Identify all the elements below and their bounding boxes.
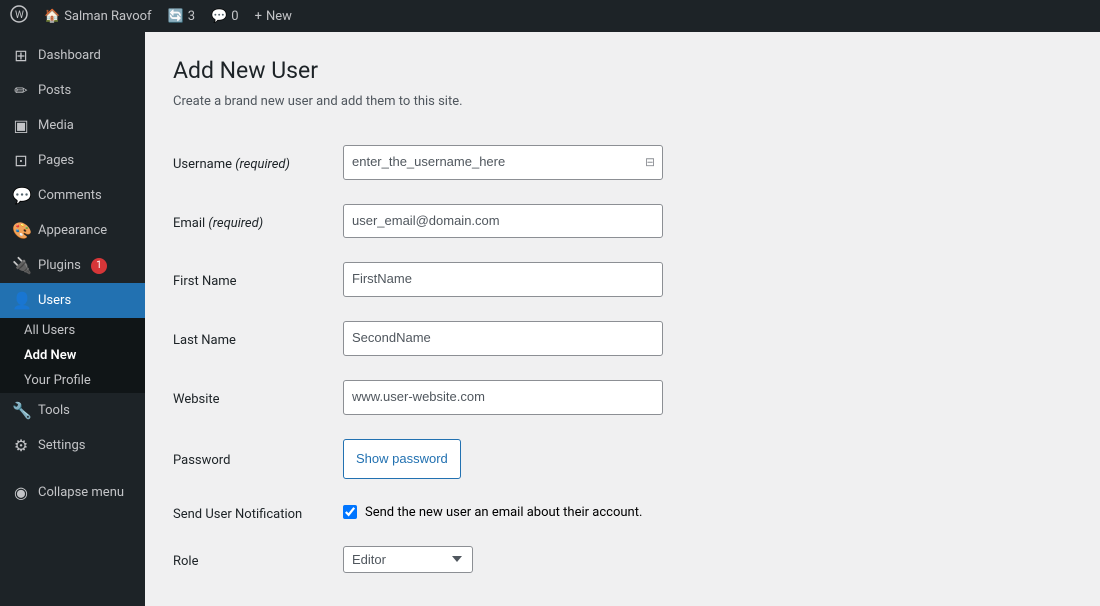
sidebar-item-comments[interactable]: 💬 Comments — [0, 178, 145, 213]
new-link[interactable]: + New — [255, 9, 292, 24]
house-icon: 🏠 — [44, 9, 60, 24]
site-name: Salman Ravoof — [64, 9, 151, 24]
sidebar-item-label: Appearance — [38, 223, 107, 238]
first-name-label: First Name — [173, 250, 343, 309]
sidebar-item-label: Dashboard — [38, 48, 101, 63]
sidebar-item-label: Media — [38, 118, 74, 133]
sidebar-item-media[interactable]: ▣ Media — [0, 108, 145, 143]
appearance-icon: 🎨 — [12, 221, 30, 240]
plus-icon: + — [255, 9, 262, 24]
sidebar-item-tools[interactable]: 🔧 Tools — [0, 393, 145, 428]
wp-logo-icon: W — [10, 5, 28, 27]
website-input[interactable] — [343, 380, 663, 415]
add-user-form: Username (required) ⊟ Email (require — [173, 133, 1072, 585]
sidebar: ⊞ Dashboard ✏ Posts ▣ Media ⊡ Pages 💬 Co… — [0, 32, 145, 606]
sidebar-item-dashboard[interactable]: ⊞ Dashboard — [0, 38, 145, 73]
comments-nav-icon: 💬 — [12, 186, 30, 205]
page-title: Add New User — [173, 56, 1072, 86]
sidebar-item-label: Posts — [38, 83, 71, 98]
email-label: Email (required) — [173, 192, 343, 251]
password-row: Password Show password — [173, 427, 1072, 491]
sidebar-item-posts[interactable]: ✏ Posts — [0, 73, 145, 108]
admin-bar: W 🏠 Salman Ravoof 🔄 3 💬 0 + New — [0, 0, 1100, 32]
collapse-icon: ◉ — [12, 483, 30, 502]
sidebar-item-settings[interactable]: ⚙ Settings — [0, 428, 145, 463]
first-name-input[interactable] — [343, 262, 663, 297]
comments-count: 0 — [231, 9, 238, 24]
email-row: Email (required) — [173, 192, 1072, 251]
site-name-link[interactable]: 🏠 Salman Ravoof — [44, 9, 152, 24]
updates-icon: 🔄 — [168, 9, 184, 24]
settings-icon: ⚙ — [12, 436, 30, 455]
username-input-wrapper: ⊟ — [343, 145, 663, 180]
last-name-input[interactable] — [343, 321, 663, 356]
dashboard-icon: ⊞ — [12, 46, 30, 65]
first-name-row: First Name — [173, 250, 1072, 309]
website-label: Website — [173, 368, 343, 427]
username-label: Username (required) — [173, 133, 343, 192]
role-select[interactable]: Subscriber Contributor Author Editor Adm… — [343, 546, 473, 573]
updates-link[interactable]: 🔄 3 — [168, 9, 196, 24]
website-row: Website — [173, 368, 1072, 427]
sidebar-item-label: Settings — [38, 438, 85, 453]
sidebar-item-users[interactable]: 👤 Users — [0, 283, 145, 318]
collapse-menu-button[interactable]: ◉ Collapse menu — [0, 475, 145, 510]
page-subtitle: Create a brand new user and add them to … — [173, 94, 1072, 109]
sidebar-item-label: Tools — [38, 403, 70, 418]
users-icon: 👤 — [12, 291, 30, 310]
comments-icon: 💬 — [211, 9, 227, 24]
sidebar-item-plugins[interactable]: 🔌 Plugins 1 — [0, 248, 145, 283]
last-name-label: Last Name — [173, 309, 343, 368]
pages-icon: ⊡ — [12, 151, 30, 170]
users-submenu: All Users Add New Your Profile — [0, 318, 145, 393]
comments-link[interactable]: 💬 0 — [211, 9, 239, 24]
username-input[interactable] — [343, 145, 663, 180]
show-password-button[interactable]: Show password — [343, 439, 461, 479]
sidebar-item-label: Comments — [38, 188, 102, 203]
send-notification-label: Send User Notification — [173, 491, 343, 534]
send-notification-row: Send User Notification Send the new user… — [173, 491, 1072, 534]
last-name-row: Last Name — [173, 309, 1072, 368]
new-label: New — [266, 9, 292, 24]
role-row: Role Subscriber Contributor Author Edito… — [173, 534, 1072, 585]
svg-text:W: W — [15, 10, 24, 21]
sidebar-item-label: Pages — [38, 153, 74, 168]
media-icon: ▣ — [12, 116, 30, 135]
sidebar-item-label: Users — [38, 293, 71, 308]
sidebar-item-appearance[interactable]: 🎨 Appearance — [0, 213, 145, 248]
updates-count: 3 — [188, 9, 195, 24]
submenu-add-new[interactable]: Add New — [0, 343, 145, 368]
submenu-all-users[interactable]: All Users — [0, 318, 145, 343]
main-content: Add New User Create a brand new user and… — [145, 32, 1100, 606]
plugins-icon: 🔌 — [12, 256, 30, 275]
username-row: Username (required) ⊟ — [173, 133, 1072, 192]
username-field-icon: ⊟ — [645, 155, 655, 169]
role-label: Role — [173, 534, 343, 585]
collapse-label: Collapse menu — [38, 485, 124, 500]
posts-icon: ✏ — [12, 81, 30, 100]
send-notification-wrapper: Send the new user an email about their a… — [343, 505, 1072, 520]
send-notification-text: Send the new user an email about their a… — [365, 505, 642, 520]
email-input[interactable] — [343, 204, 663, 239]
sidebar-item-pages[interactable]: ⊡ Pages — [0, 143, 145, 178]
sidebar-item-label: Plugins — [38, 258, 81, 273]
submenu-your-profile[interactable]: Your Profile — [0, 368, 145, 393]
send-notification-checkbox[interactable] — [343, 505, 357, 519]
wp-logo-link[interactable]: W — [10, 5, 28, 27]
tools-icon: 🔧 — [12, 401, 30, 420]
layout: ⊞ Dashboard ✏ Posts ▣ Media ⊡ Pages 💬 Co… — [0, 32, 1100, 606]
password-label: Password — [173, 427, 343, 491]
plugins-badge: 1 — [91, 258, 107, 274]
